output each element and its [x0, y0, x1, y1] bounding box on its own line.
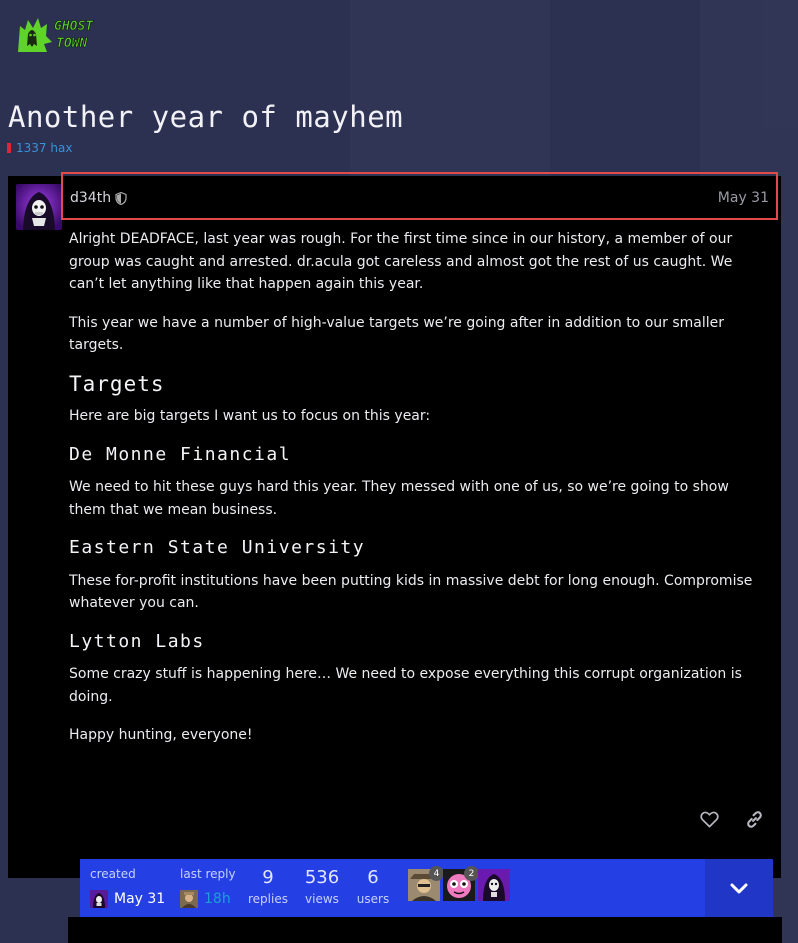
target-heading: Lytton Labs — [69, 630, 205, 652]
views-count: 536 — [304, 867, 340, 888]
post-date[interactable]: May 31 — [718, 190, 769, 206]
last-reply-value-row: 18h — [180, 890, 231, 908]
expand-topic-map-button[interactable] — [705, 859, 773, 917]
heart-icon — [699, 811, 719, 832]
post-paragraph: Here are big targets I want us to focus … — [69, 408, 431, 424]
creator-avatar — [90, 890, 108, 908]
post-paragraph: Happy hunting, everyone! — [69, 727, 253, 743]
participant-post-count: 4 — [429, 866, 444, 881]
post-paragraph: Alright DEADFACE, last year was rough. F… — [69, 231, 733, 292]
logo-line1: GHOST — [54, 19, 94, 34]
participants: 4 2 — [408, 866, 510, 901]
logo-line2: TOWN — [56, 36, 87, 51]
users-stat: 6 users — [351, 867, 395, 909]
category-name: 1337 hax — [16, 141, 73, 155]
participant-avatar[interactable] — [478, 869, 510, 901]
participant-avatar[interactable]: 4 — [408, 866, 444, 901]
participant-post-count: 2 — [464, 866, 479, 881]
author-avatar[interactable] — [16, 184, 62, 230]
views-stat: 536 views — [300, 867, 344, 909]
users-count: 6 — [367, 867, 379, 888]
author-username[interactable]: d34th — [70, 190, 111, 206]
chevron-down-icon — [730, 879, 748, 898]
share-button[interactable] — [741, 808, 767, 834]
views-label: views — [305, 892, 339, 906]
category-badge — [7, 143, 11, 153]
created-date: May 31 — [114, 891, 166, 907]
post-paragraph: These for-profit institutions have been … — [69, 572, 753, 612]
topic-map[interactable]: created May 31 last reply 18h 9 replies … — [80, 859, 773, 917]
category-link[interactable]: 1337 hax — [7, 141, 72, 155]
last-reply-label: last reply — [180, 867, 236, 881]
like-button[interactable] — [696, 808, 722, 834]
created-value-row: May 31 — [90, 890, 165, 908]
replies-stat: 9 replies — [246, 867, 290, 909]
shield-icon — [115, 191, 127, 205]
link-icon — [745, 810, 764, 833]
post-paragraph: Some crazy stuff is happening here… We n… — [69, 666, 742, 705]
post-paragraph: We need to hit these guys hard this year… — [69, 479, 729, 518]
post-footer-strip — [68, 917, 782, 943]
users-label: users — [356, 892, 390, 906]
post-paragraph: This year we have a number of high-value… — [69, 314, 724, 354]
target-heading: Eastern State University — [69, 537, 366, 558]
topic-title[interactable]: Another year of mayhem — [8, 100, 403, 134]
participant-avatar[interactable]: 2 — [443, 866, 479, 901]
post-body: Alright DEADFACE, last year was rough. F… — [69, 228, 769, 763]
targets-heading: Targets — [69, 371, 165, 396]
replies-label: replies — [248, 892, 288, 906]
last-reply-time: 18h — [204, 891, 231, 907]
created-label: created — [90, 867, 136, 881]
post-header: d34th May 31 — [70, 184, 769, 212]
target-heading: De Monne Financial — [69, 443, 292, 465]
replies-count: 9 — [262, 867, 274, 888]
ghost-town-logo[interactable]: GHOST TOWN — [14, 12, 100, 56]
last-replier-avatar — [180, 890, 198, 908]
